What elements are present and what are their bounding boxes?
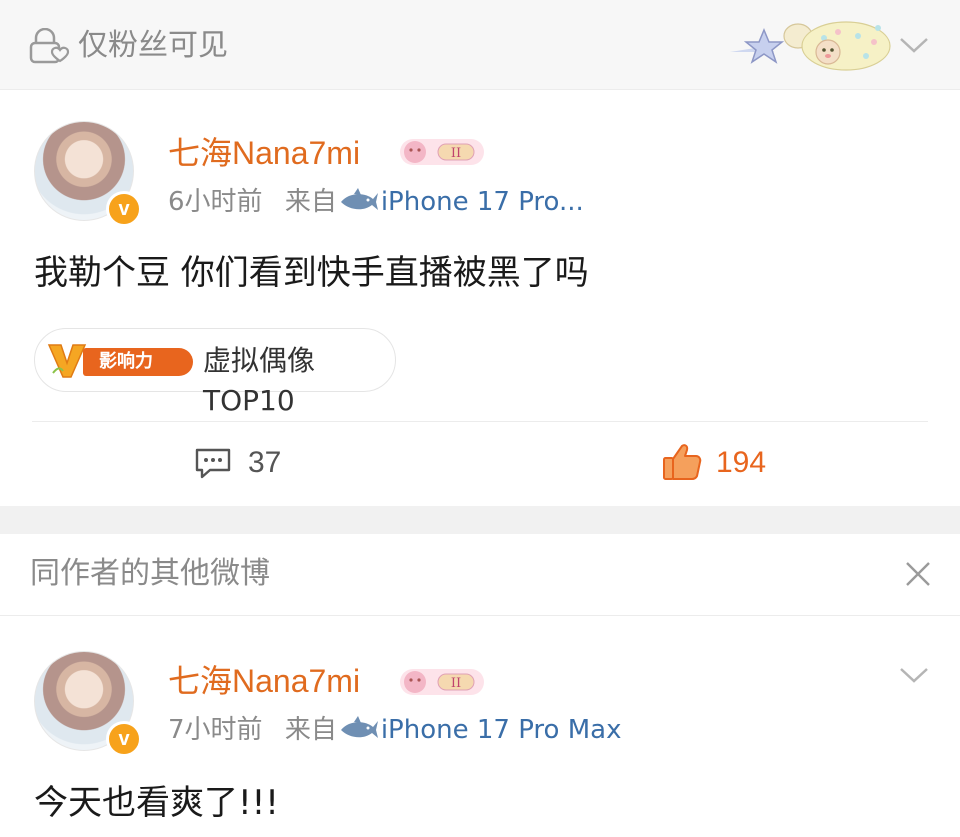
divider bbox=[32, 421, 928, 422]
weibo-post: v 七海Nana7mi II 6小时前 来自 iPhone 17 Pro... 我… bbox=[0, 91, 960, 506]
visibility-label: 仅粉丝可见 bbox=[78, 28, 228, 63]
lock-icon bbox=[29, 28, 70, 64]
related-section-title: 同作者的其他微博 bbox=[30, 556, 270, 591]
comment-count: 37 bbox=[248, 446, 282, 479]
related-section-header: 同作者的其他微博 bbox=[0, 534, 960, 616]
thumbs-up-icon bbox=[663, 444, 702, 480]
svg-text:II: II bbox=[451, 146, 461, 161]
post-text: 今天也看爽了!!! bbox=[34, 783, 279, 823]
verified-badge-icon: v bbox=[106, 721, 142, 757]
shark-icon bbox=[340, 188, 378, 210]
shark-icon bbox=[340, 716, 378, 738]
chevron-down-icon[interactable] bbox=[898, 665, 930, 685]
source-prefix: 来自 bbox=[284, 187, 337, 217]
avatar[interactable]: v bbox=[34, 121, 142, 227]
chevron-down-icon[interactable] bbox=[898, 34, 930, 56]
avatar[interactable]: v bbox=[34, 651, 142, 757]
author-name[interactable]: 七海Nana7mi bbox=[168, 133, 360, 173]
topic-label: 虚拟偶像TOP10 bbox=[203, 344, 316, 417]
post-meta: 7小时前 来自 iPhone 17 Pro Max bbox=[168, 713, 621, 747]
post-time: 7小时前 bbox=[168, 715, 263, 745]
visibility-bar: 仅粉丝可见 bbox=[0, 0, 960, 90]
post-meta: 6小时前 来自 iPhone 17 Pro... bbox=[168, 185, 584, 219]
bear-decoration-icon bbox=[730, 21, 891, 71]
member-badge-icon: II bbox=[400, 139, 484, 165]
post-text: 我勒个豆 你们看到快手直播被黑了吗 bbox=[34, 253, 589, 293]
like-count: 194 bbox=[716, 446, 767, 479]
post-time: 6小时前 bbox=[168, 187, 263, 217]
source-prefix: 来自 bbox=[284, 715, 337, 745]
member-badge-icon: II bbox=[400, 669, 484, 695]
comment-icon bbox=[195, 448, 231, 479]
source-link[interactable]: iPhone 17 Pro Max bbox=[381, 715, 622, 745]
close-icon[interactable] bbox=[904, 560, 932, 588]
topic-chip[interactable]: 影响力 虚拟偶像TOP10 bbox=[34, 328, 396, 417]
influence-badge: 影响力 bbox=[83, 348, 193, 376]
section-gap bbox=[0, 506, 960, 534]
author-name[interactable]: 七海Nana7mi bbox=[168, 661, 360, 701]
svg-text:II: II bbox=[451, 676, 461, 691]
v-influence-icon bbox=[47, 344, 87, 378]
related-post: v 七海Nana7mi II 7小时前 来自 iPhone 17 Pro Max … bbox=[0, 617, 960, 837]
verified-badge-icon: v bbox=[106, 191, 142, 227]
source-link[interactable]: iPhone 17 Pro... bbox=[381, 187, 584, 217]
